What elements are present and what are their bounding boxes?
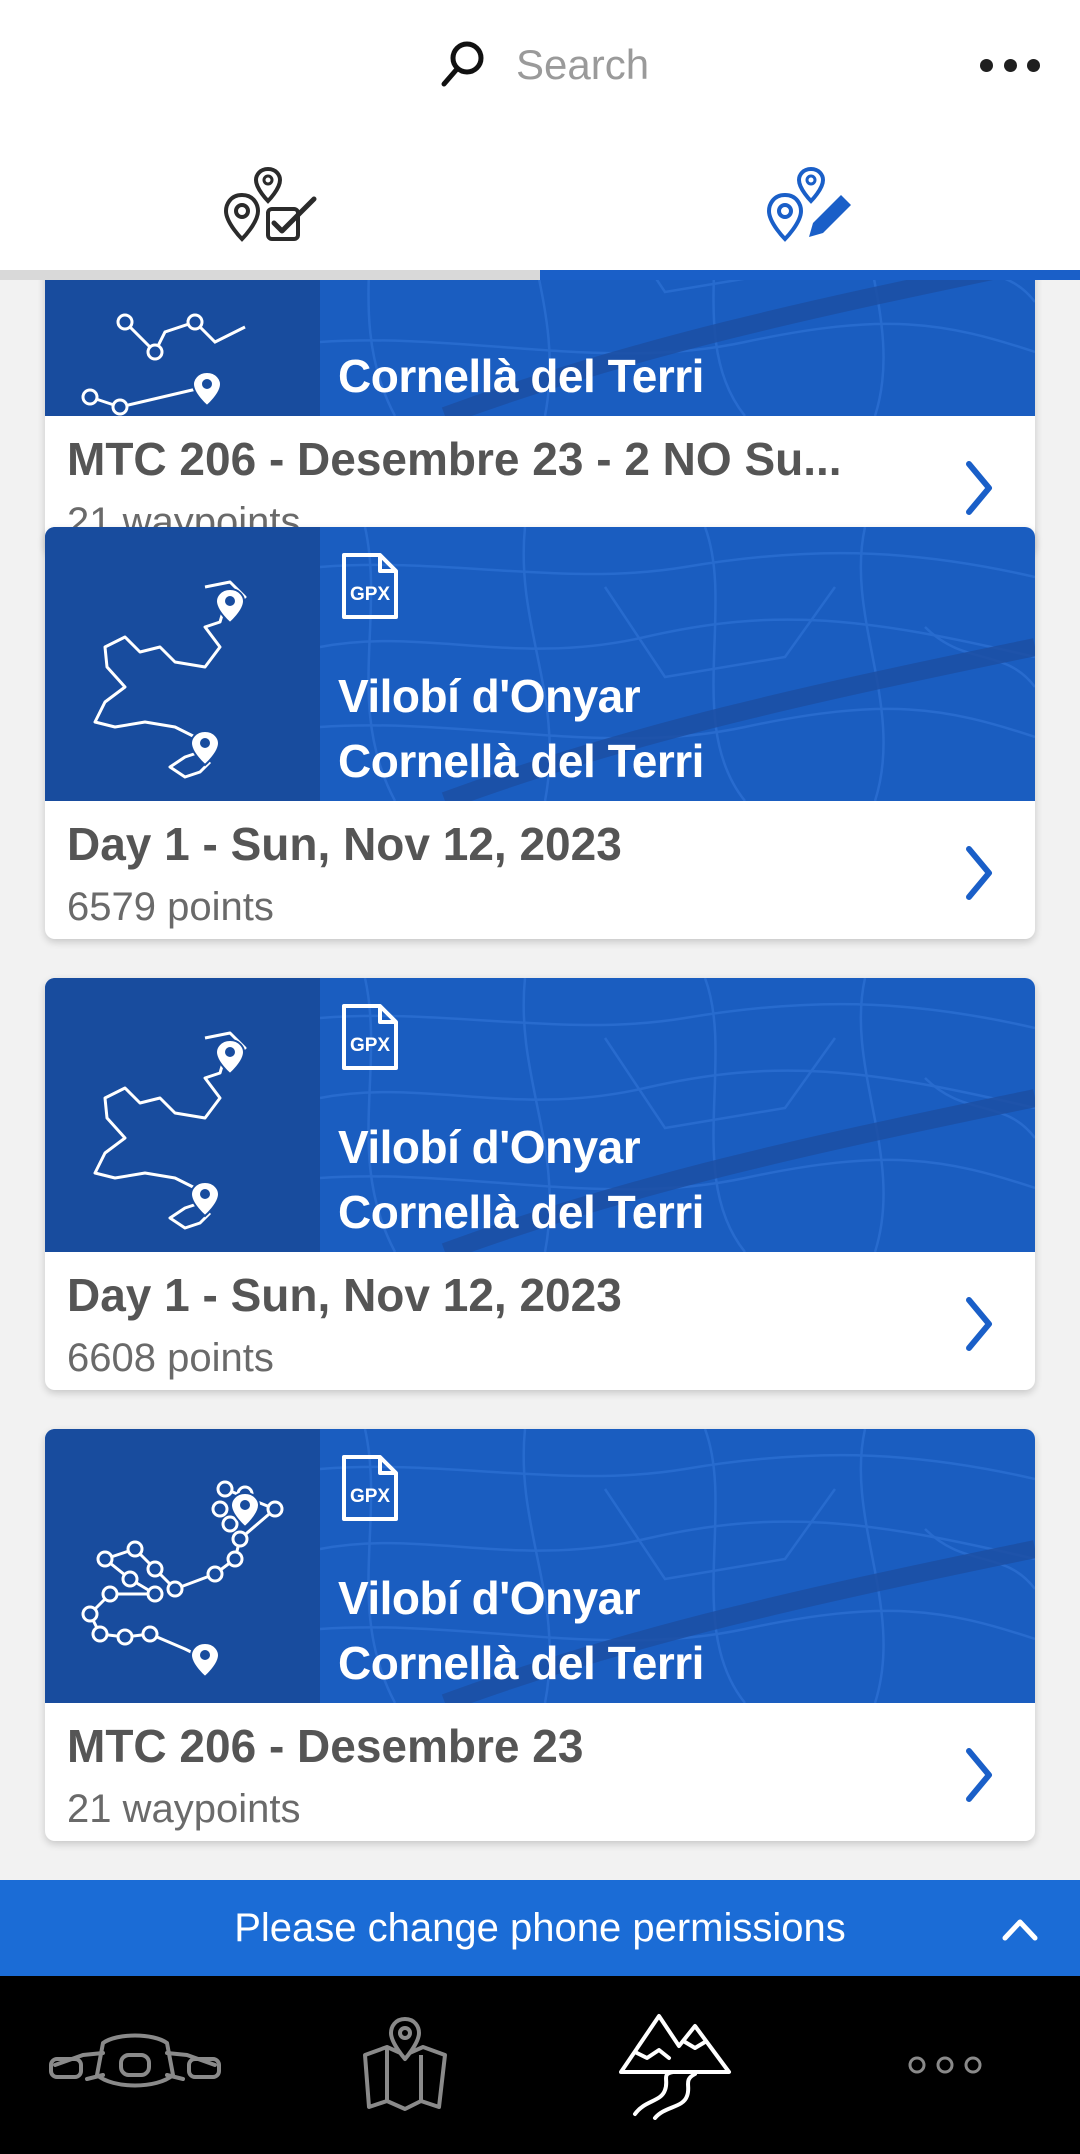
route-thumbnail — [45, 1429, 320, 1703]
route-trace — [81, 1480, 284, 1678]
nav-more[interactable] — [810, 1976, 1080, 2154]
tab-edit-routes[interactable] — [540, 130, 1080, 280]
dot-icon — [1003, 58, 1017, 72]
chevron-up-icon[interactable] — [1000, 1910, 1040, 1946]
route-title: Day 1 - Sun, Nov 12, 2023 — [67, 818, 622, 870]
route-destination: Cornellà del Terri — [338, 1637, 704, 1689]
more-options-button[interactable] — [980, 42, 1040, 88]
route-destination: Cornellà del Terri — [338, 1186, 704, 1238]
route-info: Day 1 - Sun, Nov 12, 2023 6608 points — [45, 1252, 1035, 1390]
route-trace — [81, 313, 246, 416]
gpx-file-icon — [342, 553, 398, 619]
route-banner: Vilobí d'Onyar Cornellà del Terri — [45, 527, 1035, 801]
pins-edit-icon — [766, 166, 851, 242]
chevron-right-icon — [963, 1745, 995, 1805]
route-title: MTC 206 - Desembre 23 - 2 NO Su... — [67, 433, 842, 485]
search-icon — [441, 41, 484, 87]
mountains-icon — [619, 2014, 731, 2120]
tab-planned-routes[interactable] — [0, 130, 540, 280]
route-card[interactable]: Cornellà del Terri MTC 206 - Desembre 23… — [45, 280, 1035, 554]
bottom-navigation — [0, 1976, 1080, 2154]
route-destination: Cornellà del Terri — [338, 735, 704, 787]
dot-icon — [980, 58, 993, 72]
top-bar: Search — [0, 0, 1080, 130]
route-subtitle: 21 waypoints — [67, 1787, 301, 1831]
route-origin: Vilobí d'Onyar — [338, 670, 641, 722]
tab-indicator — [0, 270, 540, 280]
route-thumbnail — [45, 978, 320, 1252]
chevron-right-icon — [963, 1294, 995, 1354]
route-list[interactable]: Cornellà del Terri MTC 206 - Desembre 23… — [0, 280, 1080, 1880]
map-pin-icon — [363, 2017, 447, 2111]
route-card[interactable]: Vilobí d'Onyar Cornellà del Terri Day 1 … — [45, 527, 1035, 939]
gpx-file-icon — [342, 1004, 398, 1070]
route-trace — [93, 580, 247, 779]
route-title: MTC 206 - Desembre 23 — [67, 1720, 584, 1772]
dot-icon — [1027, 58, 1040, 72]
search-bar[interactable]: Search — [440, 30, 649, 100]
route-card[interactable]: Vilobí d'Onyar Cornellà del Terri MTC 20… — [45, 1429, 1035, 1841]
route-origin: Vilobí d'Onyar — [338, 1572, 641, 1624]
route-info: Day 1 - Sun, Nov 12, 2023 6579 points — [45, 801, 1035, 939]
app-root: Search Cornellà del Terri MTC 206 - Dese… — [0, 0, 1080, 2154]
route-card[interactable]: Vilobí d'Onyar Cornellà del Terri Day 1 … — [45, 978, 1035, 1390]
nav-ride[interactable] — [0, 1976, 270, 2154]
nav-routes[interactable] — [540, 1976, 810, 2154]
route-info: MTC 206 - Desembre 23 21 waypoints — [45, 1703, 1035, 1841]
tab-indicator — [540, 270, 1080, 280]
route-destination: Cornellà del Terri — [338, 350, 704, 402]
route-banner: Vilobí d'Onyar Cornellà del Terri — [45, 978, 1035, 1252]
route-tabs — [0, 130, 1080, 280]
more-dots-icon — [908, 2056, 982, 2074]
permissions-banner[interactable]: Please change phone permissions — [0, 1880, 1080, 1976]
pins-check-icon — [223, 166, 317, 242]
search-placeholder: Search — [516, 41, 650, 88]
route-banner: Cornellà del Terri — [45, 280, 1035, 416]
route-title: Day 1 - Sun, Nov 12, 2023 — [67, 1269, 622, 1321]
gpx-file-icon — [342, 1455, 398, 1521]
permissions-message: Please change phone permissions — [234, 1905, 846, 1950]
nav-map[interactable] — [270, 1976, 540, 2154]
route-subtitle: 6608 points — [67, 1336, 274, 1380]
route-subtitle: 6579 points — [67, 885, 274, 929]
chevron-right-icon — [963, 843, 995, 903]
route-thumbnail — [45, 280, 320, 416]
route-origin: Vilobí d'Onyar — [338, 1121, 641, 1173]
chevron-right-icon — [963, 458, 995, 518]
route-trace — [93, 1031, 247, 1230]
handlebar-icon — [49, 2033, 221, 2088]
route-thumbnail — [45, 527, 320, 801]
route-banner: Vilobí d'Onyar Cornellà del Terri — [45, 1429, 1035, 1703]
